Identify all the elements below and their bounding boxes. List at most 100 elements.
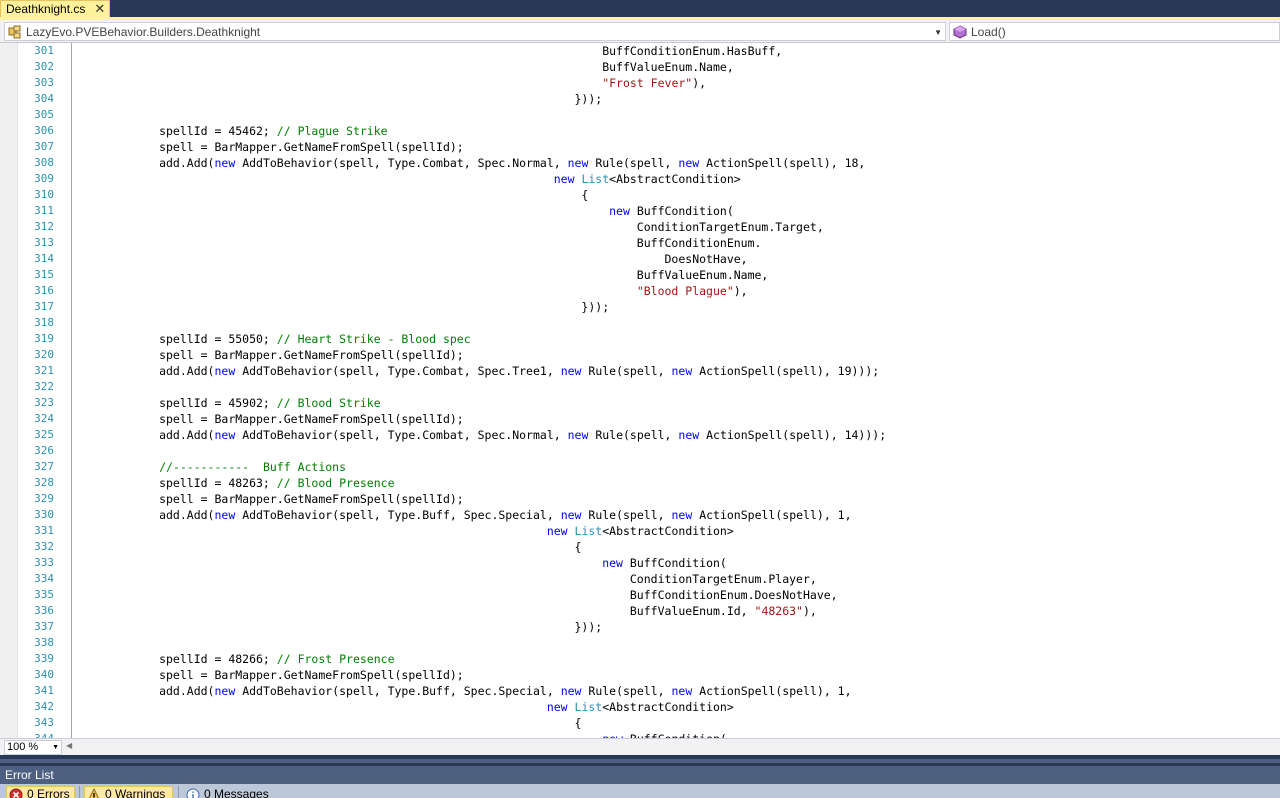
- code-line[interactable]: DoesNotHave,: [76, 251, 748, 267]
- code-line[interactable]: BuffConditionEnum.DoesNotHave,: [76, 587, 838, 603]
- code-line[interactable]: }));: [76, 619, 602, 635]
- errors-filter-button[interactable]: 0 Errors: [6, 786, 75, 798]
- keyword-token: new: [546, 524, 568, 538]
- line-number: 335: [34, 588, 54, 601]
- line-number: 323: [34, 396, 54, 409]
- navigation-bar: LazyEvo.PVEBehavior.Builders.Deathknight…: [0, 20, 1280, 43]
- info-icon: [186, 788, 200, 798]
- code-line[interactable]: "Blood Plague"),: [76, 283, 748, 299]
- code-line[interactable]: ConditionTargetEnum.Target,: [76, 219, 824, 235]
- code-line[interactable]: spellId = 45462; // Plague Strike: [76, 123, 388, 139]
- code-line[interactable]: new BuffCondition(: [76, 555, 727, 571]
- code-line[interactable]: BuffValueEnum.Name,: [76, 59, 734, 75]
- code-line[interactable]: "Frost Fever"),: [76, 75, 706, 91]
- chevron-down-icon[interactable]: ▼: [934, 23, 942, 42]
- member-dropdown[interactable]: Load(): [949, 22, 1280, 41]
- line-number: 337: [34, 620, 54, 633]
- tab-deathknight-cs[interactable]: Deathknight.cs ✕: [0, 0, 110, 17]
- code-line[interactable]: {: [76, 715, 581, 731]
- code-line[interactable]: }));: [76, 91, 602, 107]
- close-icon[interactable]: ✕: [94, 3, 105, 16]
- code-line[interactable]: spell = BarMapper.GetNameFromSpell(spell…: [76, 411, 464, 427]
- line-number: 334: [34, 572, 54, 585]
- code-token: spellId = 48266;: [76, 652, 277, 666]
- code-line[interactable]: spellId = 45902; // Blood Strike: [76, 395, 381, 411]
- code-line[interactable]: spell = BarMapper.GetNameFromSpell(spell…: [76, 347, 464, 363]
- code-line[interactable]: spell = BarMapper.GetNameFromSpell(spell…: [76, 139, 464, 155]
- code-line[interactable]: new List<AbstractCondition>: [76, 523, 734, 539]
- warnings-filter-label: 0 Warnings: [105, 787, 166, 798]
- code-line[interactable]: new List<AbstractCondition>: [76, 171, 741, 187]
- code-line[interactable]: spell = BarMapper.GetNameFromSpell(spell…: [76, 491, 464, 507]
- errors-filter-label: 0 Errors: [27, 787, 70, 798]
- line-number: 333: [34, 556, 54, 569]
- warning-icon: [87, 787, 101, 798]
- code-line[interactable]: //----------- Buff Actions: [76, 459, 346, 475]
- keyword-token: new: [671, 684, 693, 698]
- comment-token: // Blood Strike: [276, 396, 381, 410]
- code-line[interactable]: }));: [76, 299, 609, 315]
- code-line[interactable]: ConditionTargetEnum.Player,: [76, 571, 817, 587]
- error-list-toolbar: 0 Errors 0 Warnings 0 Messages: [0, 784, 1280, 798]
- code-token: <AbstractCondition>: [602, 700, 734, 714]
- chevron-down-icon[interactable]: ▼: [52, 741, 59, 754]
- code-line[interactable]: BuffValueEnum.Name,: [76, 267, 769, 283]
- code-line[interactable]: {: [76, 187, 588, 203]
- code-line[interactable]: spellId = 55050; // Heart Strike - Blood…: [76, 331, 471, 347]
- line-number: 343: [34, 716, 54, 729]
- code-token: Rule(spell,: [581, 364, 672, 378]
- zoom-dropdown[interactable]: 100 % ▼: [4, 740, 62, 755]
- code-line[interactable]: {: [76, 539, 581, 555]
- scroll-left-icon[interactable]: ◀: [66, 741, 72, 750]
- code-line[interactable]: BuffConditionEnum.: [76, 235, 762, 251]
- string-token: "Blood Plague": [636, 284, 734, 298]
- line-number: 341: [34, 684, 54, 697]
- code-line[interactable]: new List<AbstractCondition>: [76, 699, 734, 715]
- line-number: 325: [34, 428, 54, 441]
- indicator-margin[interactable]: [0, 43, 18, 738]
- code-token: AddToBehavior(spell, Type.Combat, Spec.N…: [235, 156, 568, 170]
- line-number: 332: [34, 540, 54, 553]
- line-number: 315: [34, 268, 54, 281]
- warnings-filter-button[interactable]: 0 Warnings: [84, 786, 173, 798]
- line-number: 322: [34, 380, 54, 393]
- outlining-margin[interactable]: [58, 43, 72, 738]
- code-line[interactable]: add.Add(new AddToBehavior(spell, Type.Bu…: [76, 683, 851, 699]
- code-line[interactable]: spellId = 48266; // Frost Presence: [76, 651, 394, 667]
- line-number: 306: [34, 124, 54, 137]
- keyword-token: new: [567, 156, 589, 170]
- code-editor[interactable]: 301 302 303 304 305 306 307 308 309 310 311 312 313 3…: [0, 43, 1280, 738]
- code-token: add.Add(: [76, 364, 215, 378]
- code-token: ),: [802, 604, 817, 618]
- line-number: 302: [34, 60, 54, 73]
- messages-filter-button[interactable]: 0 Messages: [183, 786, 273, 798]
- code-token: Rule(spell,: [588, 428, 679, 442]
- type-dropdown[interactable]: LazyEvo.PVEBehavior.Builders.Deathknight…: [4, 22, 946, 41]
- line-number: 339: [34, 652, 54, 665]
- code-line[interactable]: add.Add(new AddToBehavior(spell, Type.Co…: [76, 155, 865, 171]
- code-line[interactable]: spell = BarMapper.GetNameFromSpell(spell…: [76, 667, 464, 683]
- line-number: 331: [34, 524, 54, 537]
- code-token: <AbstractCondition>: [602, 524, 734, 538]
- string-token: "48263": [754, 604, 803, 618]
- code-line[interactable]: new BuffCondition(: [76, 731, 727, 738]
- code-line[interactable]: BuffValueEnum.Id, "48263"),: [76, 603, 817, 619]
- code-line[interactable]: add.Add(new AddToBehavior(spell, Type.Co…: [76, 427, 886, 443]
- panel-splitter[interactable]: [0, 755, 1280, 766]
- code-line[interactable]: new BuffCondition(: [76, 203, 734, 219]
- code-line[interactable]: add.Add(new AddToBehavior(spell, Type.Bu…: [76, 507, 851, 523]
- code-token: {: [76, 716, 582, 730]
- code-line[interactable]: BuffConditionEnum.HasBuff,: [76, 43, 782, 59]
- code-text-area[interactable]: BuffConditionEnum.HasBuff, BuffValueEnum…: [76, 43, 1276, 738]
- code-line[interactable]: spellId = 48263; // Blood Presence: [76, 475, 394, 491]
- code-token: DoesNotHave,: [76, 252, 748, 266]
- line-number-gutter: 301 302 303 304 305 306 307 308 309 310 311 312 313 3…: [18, 43, 58, 738]
- keyword-token: new: [214, 364, 236, 378]
- line-number: 326: [34, 444, 54, 457]
- messages-filter-label: 0 Messages: [204, 787, 269, 798]
- line-number: 324: [34, 412, 54, 425]
- code-line[interactable]: add.Add(new AddToBehavior(spell, Type.Co…: [76, 363, 879, 379]
